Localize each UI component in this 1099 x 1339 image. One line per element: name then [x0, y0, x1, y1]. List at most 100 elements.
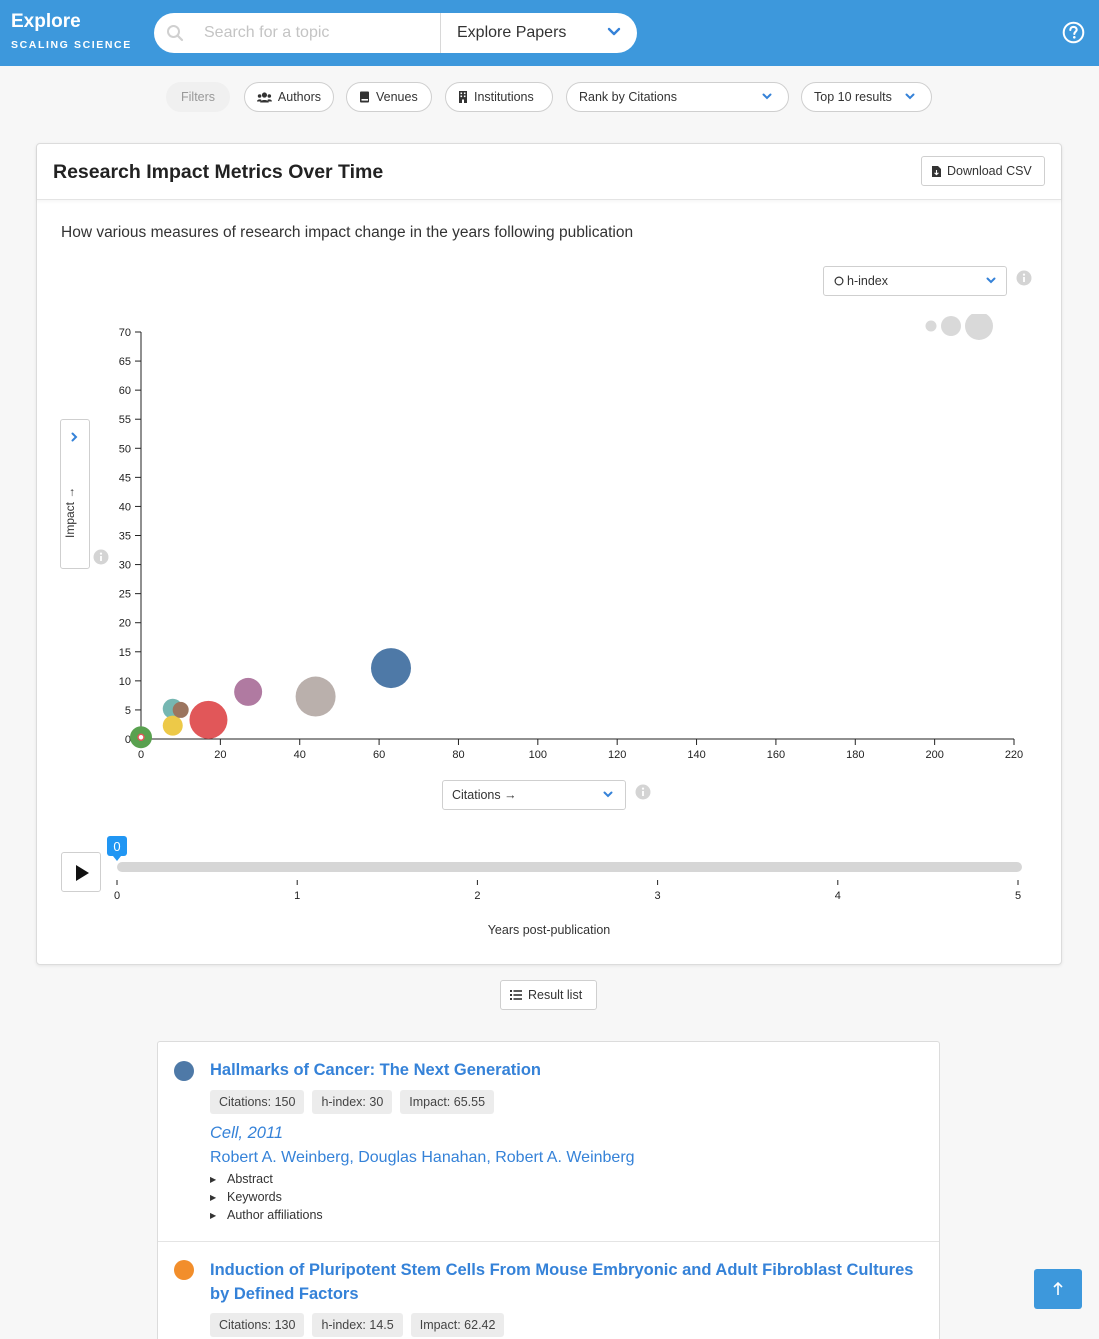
- x-axis-select[interactable]: Citations →: [442, 780, 626, 810]
- result-authors-link[interactable]: Robert A. Weinberg, Douglas Hanahan, Rob…: [210, 1149, 635, 1167]
- impact-tag: Impact: 62.42: [410, 1313, 505, 1337]
- top-results-select[interactable]: Top 10 results: [801, 82, 932, 112]
- x-tick-label: 180: [846, 749, 864, 761]
- brand[interactable]: Explore SCALING SCIENCE: [11, 11, 132, 51]
- info-icon[interactable]: [1016, 270, 1032, 286]
- y-tick-label: 20: [119, 618, 131, 630]
- h-index-tag: h-index: 30: [312, 1090, 393, 1114]
- selected-point-marker: [137, 733, 145, 742]
- rank-select[interactable]: Rank by Citations: [566, 82, 789, 112]
- slider-ticks: 0 1 2 3 4 5: [114, 880, 1021, 902]
- y-tick-label: 50: [119, 443, 131, 455]
- bubble-chart: 0 5 10 15 20 25 30 35 40 45 50 55 60 65 70 0 20 40 60 80 100…: [119, 314, 1023, 761]
- data-bubble[interactable]: [172, 701, 189, 718]
- y-tick-label: 10: [119, 676, 131, 688]
- affiliations-toggle[interactable]: ▶ Author affiliations: [210, 1206, 323, 1224]
- result-title-link[interactable]: Hallmarks of Cancer: The Next Generation: [210, 1058, 922, 1082]
- impact-tag: Impact: 65.55: [400, 1090, 495, 1114]
- x-tick-label: 140: [687, 749, 705, 761]
- download-csv-button[interactable]: Download CSV: [921, 156, 1045, 186]
- result-item: Induction of Pluripotent Stem Cells From…: [158, 1241, 939, 1339]
- data-bubble[interactable]: [295, 676, 336, 717]
- slider-handle-pointer: [113, 856, 121, 861]
- citations-tag: Citations: 130: [210, 1313, 305, 1337]
- result-title-link[interactable]: Induction of Pluripotent Stem Cells From…: [210, 1258, 922, 1306]
- filters-label: Filters: [166, 82, 230, 112]
- result-list-button[interactable]: Result list: [500, 980, 597, 1010]
- building-icon: [459, 91, 467, 103]
- brand-title: Explore: [11, 11, 81, 32]
- size-metric-select[interactable]: h-index: [823, 266, 1007, 296]
- search-icon: [167, 25, 184, 42]
- h-index-tag: h-index: 14.5: [312, 1313, 403, 1337]
- x-tick-label: 120: [608, 749, 626, 761]
- slider-track[interactable]: [117, 862, 1022, 872]
- circle-outline-icon: [834, 276, 844, 286]
- play-button[interactable]: [61, 852, 101, 892]
- x-tick-label: 220: [1005, 749, 1023, 761]
- list-icon: [510, 990, 522, 1000]
- play-icon: [76, 865, 89, 881]
- institutions-filter-button[interactable]: Institutions: [445, 82, 553, 112]
- keywords-toggle[interactable]: ▶ Keywords: [210, 1188, 323, 1206]
- y-tick-label: 25: [119, 589, 131, 601]
- slider-tick-label: 3: [655, 890, 661, 902]
- y-tick-label: 15: [119, 647, 131, 659]
- institutions-filter-label: Institutions: [474, 90, 534, 104]
- timeline-slider[interactable]: 0 0 1 2 3 4 5: [107, 832, 1047, 902]
- timeline-caption: Years post-publication: [487, 923, 611, 937]
- y-axis-toggle[interactable]: Impact →: [60, 419, 90, 569]
- explore-mode-select[interactable]: Explore Papers: [441, 13, 637, 53]
- help-circle-icon[interactable]: [1062, 21, 1085, 44]
- slider-tick-label: 2: [474, 890, 480, 902]
- y-tick-label: 40: [119, 501, 131, 513]
- search-box: Explore Papers: [154, 13, 637, 53]
- info-icon[interactable]: [635, 784, 651, 800]
- rank-select-label: Rank by Citations: [579, 90, 677, 104]
- y-tick-label: 60: [119, 385, 131, 397]
- y-tick-label: 70: [119, 327, 131, 339]
- top-results-label: Top 10 results: [814, 90, 892, 104]
- y-tick-label: 55: [119, 414, 131, 426]
- y-tick-label: 0: [125, 734, 131, 746]
- search-input[interactable]: [204, 21, 434, 45]
- data-bubble[interactable]: [162, 715, 183, 736]
- results-list: Hallmarks of Cancer: The Next Generation…: [157, 1041, 940, 1339]
- size-metric-label: h-index: [847, 274, 888, 288]
- abstract-toggle[interactable]: ▶ Abstract: [210, 1170, 323, 1188]
- top-bar: Explore SCALING SCIENCE Explore Papers: [0, 0, 1099, 66]
- x-tick-label: 200: [925, 749, 943, 761]
- slider-tick-label: 5: [1015, 890, 1021, 902]
- data-bubble[interactable]: [370, 648, 411, 689]
- x-tick-label: 80: [452, 749, 464, 761]
- size-legend-circle: [925, 320, 937, 332]
- x-tick-label: 0: [138, 749, 144, 761]
- y-tick-label: 5: [125, 705, 131, 717]
- arrow-up-icon: [1053, 1281, 1063, 1295]
- slider-value: 0: [113, 839, 120, 854]
- users-icon: [257, 91, 272, 102]
- data-bubble[interactable]: [234, 677, 263, 706]
- file-download-icon: [932, 165, 941, 177]
- result-venue-link[interactable]: Cell, 2011: [210, 1124, 283, 1143]
- data-bubble[interactable]: [189, 700, 228, 739]
- venues-filter-button[interactable]: Venues: [346, 82, 432, 112]
- chevron-down-icon: [762, 93, 772, 100]
- x-tick-label: 20: [214, 749, 226, 761]
- citations-tag: Citations: 150: [210, 1090, 305, 1114]
- slider-tick-label: 0: [114, 890, 120, 902]
- result-tags: Citations: 150 h-index: 30 Impact: 65.55: [210, 1090, 495, 1114]
- size-legend-circle: [941, 316, 961, 336]
- x-tick-label: 100: [529, 749, 547, 761]
- chevron-down-icon: [905, 93, 915, 100]
- result-item: Hallmarks of Cancer: The Next Generation…: [158, 1042, 939, 1241]
- authors-filter-button[interactable]: Authors: [244, 82, 334, 112]
- explore-mode-label: Explore Papers: [457, 24, 567, 41]
- y-tick-label: 30: [119, 560, 131, 572]
- chart-description: How various measures of research impact …: [61, 224, 634, 241]
- x-tick-label: 160: [767, 749, 785, 761]
- chevron-down-icon: [607, 27, 621, 36]
- scroll-to-top-button[interactable]: [1034, 1269, 1082, 1309]
- x-tick-label: 40: [294, 749, 306, 761]
- card-title: Research Impact Metrics Over Time: [53, 161, 384, 183]
